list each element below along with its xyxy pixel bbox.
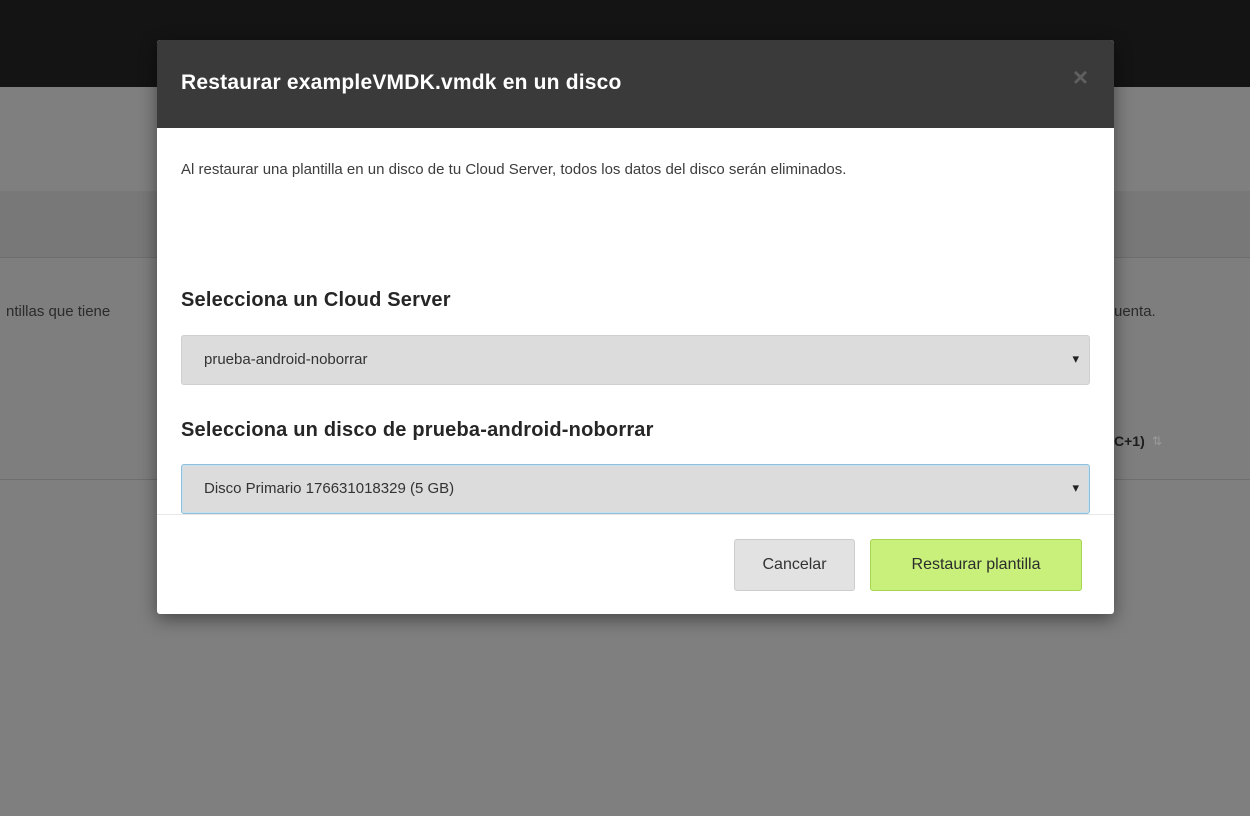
restore-template-button[interactable]: Restaurar plantilla	[870, 539, 1082, 591]
chevron-down-icon: ▾	[1072, 480, 1079, 495]
cloud-server-section-title: Selecciona un Cloud Server	[181, 289, 451, 311]
cloud-server-select[interactable]: prueba-android-noborrar ▾	[181, 335, 1090, 385]
disk-select-value: Disco Primario 176631018329 (5 GB)	[204, 480, 455, 497]
cancel-button[interactable]: Cancelar	[734, 539, 855, 591]
dialog-intro-text: Al restaurar una plantilla en un disco d…	[181, 161, 847, 178]
sort-icon: ⇅	[1152, 434, 1163, 448]
disk-select[interactable]: Disco Primario 176631018329 (5 GB) ▾	[181, 464, 1090, 514]
disk-section-title: Selecciona un disco de prueba-android-no…	[181, 419, 654, 441]
close-icon[interactable]: ×	[1073, 62, 1088, 93]
table-column-header: C+1)	[1114, 433, 1145, 449]
dialog-body: Al restaurar una plantilla en un disco d…	[181, 128, 1090, 514]
dialog-header: Restaurar exampleVMDK.vmdk en un disco ×	[157, 40, 1114, 128]
dialog-footer: Cancelar Restaurar plantilla	[157, 514, 1114, 614]
cloud-server-select-value: prueba-android-noborrar	[204, 351, 368, 368]
restore-template-dialog: Restaurar exampleVMDK.vmdk en un disco ×…	[157, 40, 1114, 614]
dialog-title: Restaurar exampleVMDK.vmdk en un disco	[181, 71, 622, 94]
page-description-text: ntillas que tiene	[6, 303, 111, 320]
chevron-down-icon: ▾	[1072, 351, 1079, 366]
page-description-text-end: uenta.	[1114, 303, 1156, 320]
